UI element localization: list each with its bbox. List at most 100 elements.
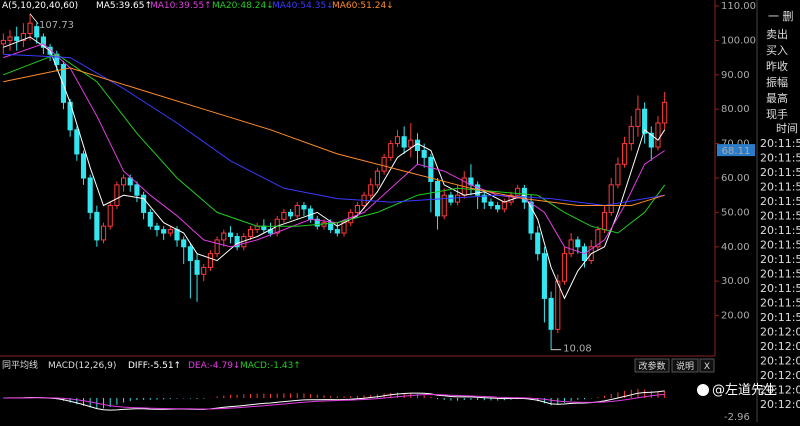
time-header: 时间 (776, 122, 798, 135)
candle-body (161, 229, 167, 234)
candle-27 (181, 236, 187, 264)
price-plot[interactable] (0, 13, 668, 350)
candle-body (27, 22, 33, 35)
candle-3 (20, 23, 26, 48)
time-item: 20:11:5 (760, 282, 800, 295)
candle-body (181, 239, 187, 248)
ma60-label: MA60:51.24↓ (332, 1, 394, 11)
candle-88 (588, 239, 594, 264)
candle-80 (535, 226, 541, 261)
ma40-label: MA40:54.35↓ (272, 1, 334, 11)
candle-body (0, 39, 6, 45)
time-item: 20:11:5 (760, 253, 800, 266)
candle-47 (314, 215, 320, 230)
candle-64 (428, 153, 434, 213)
candle-35 (234, 233, 240, 251)
candle-24 (161, 226, 167, 240)
candle-10 (67, 98, 73, 137)
side-panel-top[interactable]: 一 删 (768, 10, 794, 23)
candle-66 (441, 188, 447, 220)
macd-title: MACD(12,26,9) (48, 361, 116, 371)
candle-17 (114, 181, 120, 209)
candle-body (421, 149, 427, 158)
watermark-text: @左道先生 (712, 383, 777, 398)
candle-body (227, 232, 234, 237)
side-label-item: 买入 (766, 44, 788, 57)
candle-91 (608, 178, 614, 216)
candle-61 (408, 122, 414, 158)
candle-body (655, 122, 661, 148)
candle-body (134, 184, 140, 196)
time-item: 20:12:0 (760, 355, 800, 368)
time-item: 20:11:5 (760, 311, 800, 324)
candle-body (7, 36, 13, 41)
candle-42 (281, 208, 287, 223)
candle-92 (615, 157, 621, 189)
time-item: 20:12:0 (760, 326, 800, 339)
candle-body (622, 143, 628, 165)
candle-75 (501, 198, 507, 213)
candle-22 (147, 208, 153, 230)
candle-body (561, 253, 568, 282)
chart-svg: A(5,10,20,40,60) MA5:39.65↑ MA10:39.55↑ … (0, 0, 800, 423)
candle-28 (187, 243, 193, 299)
candle-body (247, 229, 254, 237)
candle-81 (541, 246, 547, 323)
candle-body (121, 177, 127, 186)
macd-plot (3, 388, 666, 411)
side-label-item: 昨收 (766, 59, 788, 73)
candle-body (501, 201, 507, 210)
candle-body (608, 184, 614, 213)
candle-58 (388, 140, 394, 161)
candle-body (60, 63, 67, 103)
candle-84 (561, 246, 568, 285)
candle-55 (368, 178, 374, 199)
candle-72 (481, 191, 487, 209)
candle-38 (254, 222, 260, 234)
dea-label: DEA:-4.79↓ (188, 361, 240, 371)
candle-96 (642, 102, 648, 144)
candle-43 (288, 208, 294, 220)
candle-body (87, 177, 93, 213)
candle-45 (301, 202, 307, 216)
price-tick-label: 20.00 (721, 311, 750, 322)
time-item: 20:11:5 (760, 166, 800, 179)
candle-89 (595, 226, 601, 251)
candle-body (401, 136, 407, 148)
time-item: 20:11:5 (760, 210, 800, 223)
price-tick-label: 110.00 (721, 1, 756, 12)
candle-95 (635, 95, 641, 137)
price-tick-label: 30.00 (721, 276, 750, 287)
candle-body (388, 143, 394, 158)
candle-body (94, 211, 100, 241)
price-tick-label: 80.00 (721, 104, 750, 115)
candle-2 (14, 26, 20, 51)
time-item: 20:11:5 (760, 137, 800, 150)
candle-15 (100, 222, 107, 244)
candle-74 (495, 202, 501, 213)
macd-header: 同平均线 MACD(12,26,9) DIFF:-5.51↑ DEA:-4.79… (2, 359, 301, 371)
time-item: 20:12:0 (760, 369, 800, 382)
ma10-label: MA10:39.55↑ (150, 1, 212, 11)
stock-chart-window: A(5,10,20,40,60) MA5:39.65↑ MA10:39.55↑ … (0, 0, 800, 423)
side-label-item: 最高 (766, 91, 788, 105)
candle-body (14, 36, 20, 41)
ma20-line (3, 53, 666, 234)
ma10-line (3, 43, 665, 255)
candle-body (288, 211, 294, 217)
time-item: 20:11:5 (760, 297, 800, 310)
candle-14 (94, 205, 100, 247)
candle-body (214, 239, 220, 255)
candle-body (100, 225, 107, 241)
candle-body (662, 101, 668, 124)
side-label-item: 卖出 (766, 27, 788, 41)
candle-body (635, 108, 641, 127)
candle-11 (74, 126, 80, 161)
dea-line (3, 393, 665, 410)
candle-12 (80, 150, 87, 185)
price-tick-label: 40.00 (721, 242, 750, 253)
candle-73 (488, 198, 494, 209)
time-item: 20:11:5 (760, 181, 800, 194)
ma20-label: MA20:48.24↓ (212, 1, 274, 11)
candle-body (141, 194, 147, 213)
